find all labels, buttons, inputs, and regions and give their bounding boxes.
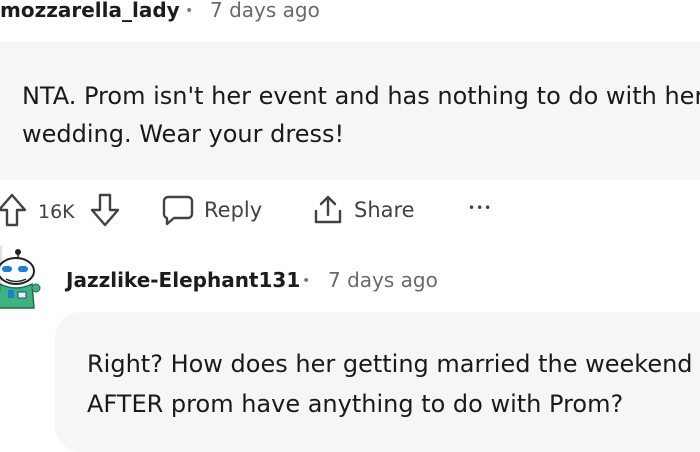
- vote-count: 16K: [38, 201, 75, 223]
- reply-body: Right? How does her getting married the …: [55, 312, 700, 452]
- comment-timestamp[interactable]: 7 days ago: [210, 0, 320, 22]
- speech-bubble-icon: [162, 195, 194, 226]
- reply-text-line: Right? How does her getting married the …: [87, 350, 693, 378]
- avatar[interactable]: [0, 246, 42, 310]
- snoo-avatar: [0, 249, 41, 309]
- header-separator: •: [302, 273, 311, 289]
- downvote-arrow-icon: [90, 193, 120, 227]
- more-dots-icon: •••: [468, 201, 493, 215]
- share-label: Share: [354, 198, 415, 222]
- reply-label: Reply: [204, 198, 263, 222]
- header-separator: •: [185, 3, 194, 19]
- comment-text-line: wedding. Wear your dress!: [22, 120, 345, 148]
- reply-text-line: AFTER prom have anything to do with Prom…: [87, 390, 624, 418]
- more-options-button[interactable]: •••: [468, 201, 492, 215]
- comment-text-line: NTA. Prom isn't her event and has nothin…: [22, 82, 700, 110]
- upvote-button[interactable]: [0, 192, 28, 228]
- comment-username[interactable]: mozzarella_lady: [0, 0, 180, 22]
- reply-timestamp[interactable]: 7 days ago: [328, 268, 438, 292]
- reply-button[interactable]: Reply: [162, 193, 262, 227]
- share-upload-icon: [314, 195, 342, 224]
- upvote-arrow-icon: [0, 193, 27, 227]
- downvote-button[interactable]: [89, 192, 121, 228]
- comment-body: NTA. Prom isn't her event and has nothin…: [0, 42, 700, 180]
- reply-username[interactable]: Jazzlike-Elephant131: [66, 268, 300, 292]
- share-button[interactable]: Share: [312, 193, 415, 227]
